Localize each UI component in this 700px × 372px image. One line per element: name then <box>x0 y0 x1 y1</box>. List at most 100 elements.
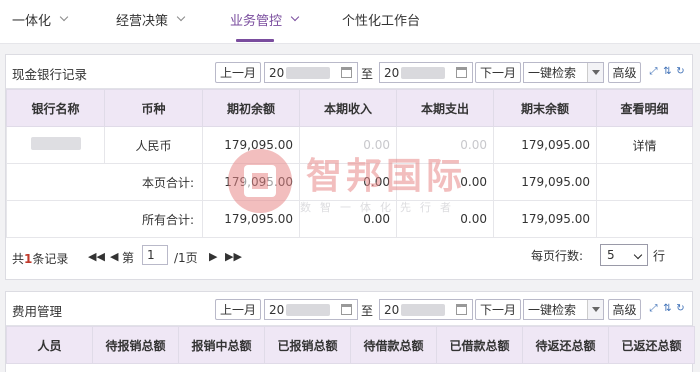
page-prefix: 第 <box>122 251 135 265</box>
panel-header: 现金银行记录 上一月 20 至 20 下一月 一键检索 高级 ⤢ ⇅ ↻ <box>6 55 692 89</box>
expand-icon[interactable]: ⤢ <box>649 304 658 314</box>
advanced-search-button[interactable]: 高级 <box>608 299 641 320</box>
next-month-button[interactable]: 下一月 <box>475 62 521 83</box>
nav-item-label: 业务管控 <box>230 13 283 29</box>
nav-item-label: 经营决策 <box>116 13 169 29</box>
column-header[interactable]: 待借款总额 <box>350 326 437 364</box>
opening-balance-cell: 179,095.00 <box>202 126 300 164</box>
nav-item-integration[interactable]: 一体化 <box>12 9 69 29</box>
column-header[interactable]: 银行名称 <box>6 89 105 127</box>
column-header[interactable]: 已返还总额 <box>608 326 695 364</box>
refresh-icon[interactable]: ↻ <box>676 67 685 77</box>
pagination: 共1条记录 ◀◀ ◀ 第 1 /1页 ▶ ▶▶ 每页行数: 5 行 <box>6 238 692 276</box>
redacted-date <box>401 66 446 79</box>
chevron-down-icon <box>59 12 69 22</box>
redacted-date <box>286 66 331 79</box>
redacted-bank-name <box>30 137 81 150</box>
prev-month-button[interactable]: 上一月 <box>215 62 261 83</box>
closing-balance-cell: 179,095.00 <box>493 126 597 164</box>
column-header[interactable]: 本期支出 <box>396 89 494 127</box>
page-total-closing: 179,095.00 <box>493 163 597 201</box>
advanced-search-button[interactable]: 高级 <box>608 62 641 83</box>
panel-header: 费用管理 上一月 20 至 20 下一月 一键检索 高级 ⤢ ⇅ ↻ <box>6 292 692 326</box>
column-header[interactable]: 待报销总额 <box>92 326 179 364</box>
start-date-input[interactable]: 20 <box>264 62 358 83</box>
column-header[interactable]: 币种 <box>104 89 203 127</box>
column-header[interactable]: 期末余额 <box>493 89 597 127</box>
page-total: /1页 <box>174 251 198 265</box>
refresh-icon[interactable]: ↻ <box>676 304 685 314</box>
to-label: 至 <box>361 304 374 318</box>
column-header[interactable]: 人员 <box>6 326 93 364</box>
page-total-income: 0.00 <box>299 163 397 201</box>
expense-panel: 费用管理 上一月 20 至 20 下一月 一键检索 高级 ⤢ ⇅ ↻ 人员 待报… <box>5 291 695 372</box>
pin-icon[interactable]: ⇅ <box>663 304 672 314</box>
chevron-down-icon <box>176 12 186 22</box>
page-total-expense: 0.00 <box>396 163 494 201</box>
table-header-row: 人员 待报销总额 报销中总额 已报销总额 待借款总额 已借款总额 待返还总额 已… <box>6 326 695 364</box>
end-date-input[interactable]: 20 <box>379 62 473 83</box>
page-total-row: 本页合计: 179,095.00 0.00 0.00 179,095.00 <box>6 163 693 201</box>
page-number-input[interactable]: 1 <box>142 245 168 265</box>
rows-unit-label: 行 <box>653 249 666 263</box>
redacted-date <box>401 303 446 316</box>
next-page-icon[interactable]: ▶ <box>209 250 217 263</box>
column-header[interactable]: 期初余额 <box>202 89 300 127</box>
all-total-closing: 179,095.00 <box>493 200 597 238</box>
nav-item-decision[interactable]: 经营决策 <box>116 9 186 29</box>
rows-per-page-label: 每页行数: <box>531 249 584 263</box>
column-header[interactable]: 报销中总额 <box>178 326 265 364</box>
column-header[interactable]: 待返还总额 <box>522 326 609 364</box>
table-row: 人民币 179,095.00 0.00 0.00 179,095.00 详情 <box>6 126 693 164</box>
expense-cell: 0.00 <box>396 126 494 164</box>
nav-item-workbench[interactable]: 个性化工作台 <box>342 9 420 29</box>
all-total-row: 所有合计: 179,095.00 0.00 0.00 179,095.00 <box>6 200 693 238</box>
to-label: 至 <box>361 67 374 81</box>
nav-item-business-control[interactable]: 业务管控 <box>230 9 300 29</box>
prev-month-button[interactable]: 上一月 <box>215 299 261 320</box>
next-month-button[interactable]: 下一月 <box>475 299 521 320</box>
detail-link[interactable]: 详情 <box>596 126 693 164</box>
expand-icon[interactable]: ⤢ <box>649 67 658 77</box>
record-count: 共1条记录 <box>12 252 69 266</box>
nav-item-label: 一体化 <box>12 13 52 29</box>
calendar-icon[interactable] <box>341 67 352 78</box>
end-date-input[interactable]: 20 <box>379 299 473 320</box>
all-total-label: 所有合计: <box>6 200 203 238</box>
nav-item-label: 个性化工作台 <box>342 13 421 29</box>
dropdown-caret-icon[interactable] <box>587 300 603 319</box>
calendar-icon[interactable] <box>456 304 467 315</box>
pin-icon[interactable]: ⇅ <box>663 67 672 77</box>
redacted-date <box>286 303 331 316</box>
prev-page-icon[interactable]: ◀ <box>110 250 118 263</box>
panel-title: 费用管理 <box>12 304 63 319</box>
chevron-down-icon <box>290 12 300 22</box>
one-key-search-select[interactable]: 一键检索 <box>523 299 604 320</box>
active-tab-indicator <box>236 39 274 42</box>
empty-cell <box>596 200 693 238</box>
dropdown-caret-icon[interactable] <box>587 63 603 82</box>
cash-bank-table: 银行名称 币种 期初余额 本期收入 本期支出 期末余额 查看明细 人民币 179… <box>6 89 693 238</box>
start-date-input[interactable]: 20 <box>264 299 358 320</box>
cash-bank-panel: 现金银行记录 上一月 20 至 20 下一月 一键检索 高级 ⤢ ⇅ ↻ 银行名… <box>5 54 693 280</box>
first-page-icon[interactable]: ◀◀ <box>88 250 105 263</box>
column-header[interactable]: 已报销总额 <box>264 326 351 364</box>
column-header[interactable]: 查看明细 <box>596 89 693 127</box>
all-total-opening: 179,095.00 <box>202 200 300 238</box>
calendar-icon[interactable] <box>456 67 467 78</box>
calendar-icon[interactable] <box>341 304 352 315</box>
page-total-opening: 179,095.00 <box>202 163 300 201</box>
income-cell: 0.00 <box>299 126 397 164</box>
currency-cell: 人民币 <box>104 126 203 164</box>
column-header[interactable]: 本期收入 <box>299 89 397 127</box>
empty-cell <box>596 163 693 201</box>
last-page-icon[interactable]: ▶▶ <box>225 250 242 263</box>
panel-title: 现金银行记录 <box>12 67 88 82</box>
one-key-search-select[interactable]: 一键检索 <box>523 62 604 83</box>
table-header-row: 银行名称 币种 期初余额 本期收入 本期支出 期末余额 查看明细 <box>6 89 693 127</box>
all-total-income: 0.00 <box>299 200 397 238</box>
page-total-label: 本页合计: <box>6 163 203 201</box>
all-total-expense: 0.00 <box>396 200 494 238</box>
rows-per-page-select[interactable]: 5 <box>600 244 648 266</box>
column-header[interactable]: 已借款总额 <box>436 326 523 364</box>
